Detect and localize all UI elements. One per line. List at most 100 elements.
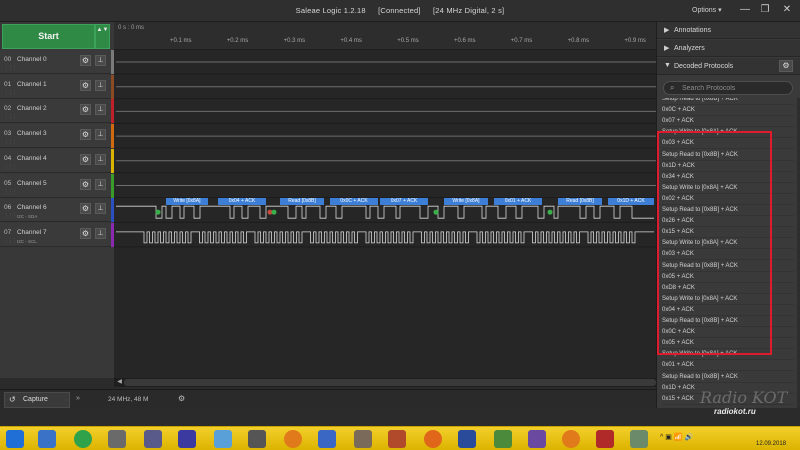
scroll-left-icon[interactable]: ◀ — [116, 379, 123, 386]
trigger-icon[interactable]: ⊥ — [95, 203, 106, 215]
protocol-list-item[interactable]: Setup Write to [0x8A] + ACK — [662, 183, 794, 194]
compass-icon[interactable] — [630, 430, 648, 448]
channel-name[interactable]: Channel 2 — [17, 105, 47, 112]
channel-settings-gear-icon[interactable]: ⚙ — [80, 203, 91, 215]
decoded-bubble-label[interactable]: Read [0x8B] — [280, 198, 324, 206]
channel-settings-gear-icon[interactable]: ⚙ — [80, 55, 91, 66]
protocol-list-item[interactable]: Setup Read to [0x8B] + ACK — [662, 372, 794, 383]
protocol-list-item[interactable]: Setup Read to [0x8B] + ACK — [662, 150, 794, 161]
drag-handle-icon[interactable]: ⋮⋮⋮ — [4, 65, 17, 71]
decoded-bubble-label[interactable]: 0x04 + ACK — [218, 198, 266, 206]
protocol-list-item[interactable]: Setup Read to [0x8B] + ACK — [662, 205, 794, 216]
channel-settings-gear-icon[interactable]: ⚙ — [80, 104, 91, 116]
trigger-icon[interactable]: ⊥ — [95, 104, 106, 116]
channel-settings-gear-icon[interactable]: ⚙ — [80, 227, 91, 239]
xtool-icon[interactable] — [144, 430, 162, 448]
calculator-icon[interactable] — [38, 430, 56, 448]
protocol-list-item[interactable]: 0x0C + ACK — [662, 327, 794, 339]
channel-row[interactable]: 01 Channel 1 ⋮⋮⋮ ⚙ ⊥ — [0, 74, 114, 99]
protocol-list-item[interactable]: 0x1D + ACK — [662, 161, 794, 172]
trigger-icon[interactable]: ⊥ — [95, 79, 106, 91]
app-orange-icon[interactable] — [284, 430, 302, 448]
search-protocols-input[interactable] — [682, 84, 790, 93]
channel-name[interactable]: Channel 3 — [17, 130, 47, 137]
protocol-list-item[interactable]: Setup Write to [0x8A] + ACK — [662, 127, 794, 139]
restore-button[interactable]: ❐ — [756, 3, 774, 17]
trigger-icon[interactable]: ⊥ — [95, 55, 106, 66]
options-menu[interactable]: Options ▾ — [692, 6, 722, 14]
trigger-icon[interactable]: ⊥ — [95, 227, 106, 239]
decoded-bubble-label[interactable]: 0x0C + ACK — [330, 198, 378, 206]
trigger-icon[interactable]: ⊥ — [95, 178, 106, 190]
channel-settings-gear-icon[interactable]: ⚙ — [80, 79, 91, 91]
tab-overflow-chevron-icon[interactable]: » — [76, 395, 80, 402]
drag-handle-icon[interactable]: ⋮⋮⋮ — [4, 164, 17, 170]
save-icon[interactable] — [458, 430, 476, 448]
protocol-list-item[interactable]: Setup Write to [0x8A] + ACK — [662, 294, 794, 305]
protocol-list-item[interactable]: Setup Read to [0x8B] + ACK — [662, 261, 794, 272]
protocol-list-item[interactable]: 0x02 + ACK — [662, 194, 794, 205]
decoded-settings-gear-icon[interactable]: ⚙ — [779, 60, 793, 72]
protocol-list-item[interactable]: 0x03 + ACK — [662, 138, 794, 150]
chrome-icon[interactable] — [74, 430, 92, 448]
protocol-list-item[interactable]: 0x15 + ACK — [662, 227, 794, 239]
trigger-icon[interactable]: ⊥ — [95, 129, 106, 141]
channel-row[interactable]: 05 Channel 5 ⋮⋮⋮ ⚙ ⊥ — [0, 173, 114, 198]
capture-tab[interactable]: ↺ Capture — [4, 392, 70, 408]
minimize-button[interactable]: — — [736, 3, 754, 17]
protocol-list-item[interactable]: 0x26 + ACK — [662, 216, 794, 228]
analyzers-section[interactable]: ▶ Analyzers — [657, 40, 800, 57]
drag-handle-icon[interactable]: ⋮⋮⋮ — [4, 90, 17, 96]
drag-handle-icon[interactable]: ⋮⋮⋮ — [4, 238, 17, 244]
channel-row[interactable]: 06 Channel 6 I2C - SDA ⋮⋮⋮ ⚙ ⊥ — [0, 198, 114, 223]
protocol-list-item[interactable]: 0xD8 + ACK — [662, 283, 794, 294]
trigger-icon[interactable]: ⊥ — [95, 153, 106, 165]
channel-settings-gear-icon[interactable]: ⚙ — [80, 129, 91, 141]
start-button[interactable]: Start — [2, 24, 95, 49]
protocol-list-item[interactable]: 0x03 + ACK — [662, 249, 794, 261]
drag-handle-icon[interactable]: ⋮⋮⋮ — [4, 189, 17, 195]
decoded-bubble-label[interactable]: Read [0x8B] — [558, 198, 602, 206]
decoded-bubble-label[interactable]: 0x01 + ACK — [494, 198, 542, 206]
windows-start-icon[interactable] — [6, 430, 24, 448]
channel-name[interactable]: Channel 0 — [17, 56, 47, 63]
protocol-list-item[interactable]: 0x07 + ACK — [662, 116, 794, 128]
protocol-list-item[interactable]: 0x05 + ACK — [662, 338, 794, 350]
protocol-list-item[interactable]: Setup Write to [0x8A] + ACK — [662, 238, 794, 250]
decoded-bubble-label[interactable]: 0x07 + ACK — [380, 198, 428, 206]
start-options-arrows[interactable]: ▲▼ — [95, 24, 110, 49]
channel-row[interactable]: 00 Channel 0 ⋮⋮⋮ ⚙ ⊥ — [0, 50, 114, 74]
protocol-list-item[interactable]: 0x01 + ACK — [662, 360, 794, 372]
decoded-protocol-list[interactable]: Setup Read to [0x8B] + ACK 0x0C + ACK 0x07… — [657, 98, 797, 408]
close-button[interactable]: ✕ — [778, 3, 796, 17]
protocol-list-item[interactable]: 0x04 + ACK — [662, 305, 794, 316]
tool-icon[interactable] — [108, 430, 126, 448]
channel-settings-gear-icon[interactable]: ⚙ — [80, 153, 91, 165]
avr-icon[interactable] — [494, 430, 512, 448]
capture-settings-gear-icon[interactable]: ⚙ — [178, 394, 185, 403]
drag-handle-icon[interactable]: ⋮⋮⋮ — [4, 213, 17, 219]
board-icon[interactable] — [178, 430, 196, 448]
channel-name[interactable]: Channel 5 — [17, 180, 47, 187]
channel-row[interactable]: 03 Channel 3 ⋮⋮⋮ ⚙ ⊥ — [0, 124, 114, 149]
channel-row[interactable]: 04 Channel 4 ⋮⋮⋮ ⚙ ⊥ — [0, 148, 114, 173]
channel-name[interactable]: Channel 4 — [17, 155, 47, 162]
waveform-area[interactable]: 0 s : 0 ms +0.1 ms +0.2 ms +0.3 ms +0.4 ms +… — [114, 22, 656, 378]
decoded-bubble-label[interactable]: 0x1D + ACK — [608, 198, 654, 206]
annotations-section[interactable]: ▶ Annotations — [657, 22, 800, 39]
shield-icon[interactable] — [214, 430, 232, 448]
clock-date[interactable]: 12.09.2018 — [756, 441, 786, 447]
package-icon[interactable] — [354, 430, 372, 448]
device-icon[interactable] — [248, 430, 266, 448]
graph-icon[interactable] — [596, 430, 614, 448]
search-protocols-box[interactable]: ⌕ — [663, 81, 793, 95]
drag-handle-icon[interactable]: ⋮⋮⋮ — [4, 139, 17, 145]
app-orange-2-icon[interactable] — [562, 430, 580, 448]
system-tray[interactable]: ^ ▣ 📶 🔊 — [660, 433, 693, 441]
protocol-list-item[interactable]: 0x34 + ACK — [662, 172, 794, 183]
word-icon[interactable] — [318, 430, 336, 448]
channel-name[interactable]: Channel 1 — [17, 81, 47, 88]
channel-settings-gear-icon[interactable]: ⚙ — [80, 178, 91, 190]
solder-icon[interactable] — [388, 430, 406, 448]
chart-icon[interactable] — [528, 430, 546, 448]
